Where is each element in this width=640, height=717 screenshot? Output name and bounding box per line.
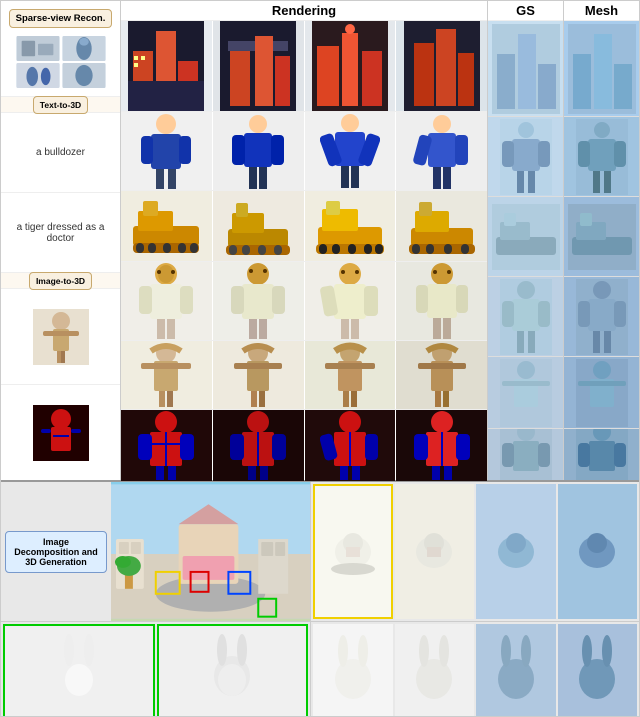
render-cell [305, 410, 396, 482]
render-cell [121, 410, 212, 482]
bunny-cell-2 [395, 624, 475, 717]
render-cell [305, 191, 396, 261]
render-cell [213, 341, 304, 409]
rendering-header: Rendering [121, 1, 487, 21]
extracted-horse [313, 484, 393, 619]
mesh-cell-buildings [564, 21, 639, 117]
mesh-header: Mesh [564, 1, 639, 21]
mesh-cell-scarecrow [564, 357, 639, 429]
gs-cell-scarecrow [488, 357, 563, 429]
gs-cell-person [488, 117, 563, 197]
render-cell [396, 191, 487, 261]
gs-cell-bulldozer [488, 197, 563, 277]
render-cell [396, 262, 487, 340]
extracted-horse-render [395, 484, 475, 619]
sparse-recon-label: Sparse-view Recon. [9, 9, 113, 28]
render-cell [121, 21, 212, 111]
mesh-cell-bulldozer [564, 197, 639, 277]
tiger-doctor-label: a tiger dressed as a doctor [5, 222, 116, 244]
bunny-gs [476, 624, 556, 717]
render-cell [396, 21, 487, 111]
render-cell [305, 262, 396, 340]
gs-header: GS [488, 1, 563, 21]
gs-cell-buildings [488, 21, 563, 117]
bunny-render-2 [157, 624, 309, 717]
render-cell [121, 262, 212, 340]
mesh-cell-person [564, 117, 639, 197]
render-cell [121, 112, 212, 190]
render-cell [213, 112, 304, 190]
text-to-3d-label: Text-to-3D [33, 96, 88, 114]
mesh-horse [558, 484, 638, 619]
render-cell [305, 21, 396, 111]
gs-horse [476, 484, 556, 619]
render-cell [213, 410, 304, 482]
mesh-cell-spiderman [564, 429, 639, 480]
render-cell [213, 191, 304, 261]
main-container: Sparse-view Recon. [0, 0, 640, 717]
bunny-render-1 [3, 624, 155, 717]
bulldozer-label: a bulldozer [36, 147, 85, 158]
render-cell [396, 341, 487, 409]
gs-cell-spiderman [488, 429, 563, 480]
mesh-cell-tiger [564, 277, 639, 357]
render-cell [305, 112, 396, 190]
render-cell [396, 112, 487, 190]
gs-cell-tiger [488, 277, 563, 357]
render-cell [121, 191, 212, 261]
image-to-3d-label: Image-to-3D [29, 272, 92, 290]
render-cell [213, 21, 304, 111]
render-cell [305, 341, 396, 409]
decomp-label: Image Decomposition and 3D Generation [5, 531, 107, 573]
bunny-mesh [558, 624, 638, 717]
render-cell [213, 262, 304, 340]
render-cell [396, 410, 487, 482]
bunny-cell-1 [313, 624, 393, 717]
render-cell [121, 341, 212, 409]
